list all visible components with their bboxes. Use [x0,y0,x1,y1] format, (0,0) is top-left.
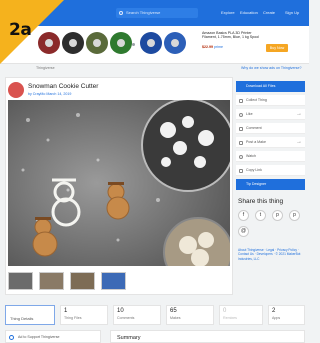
support-thingiverse-link[interactable]: Ad to Support Thingiverse [5,330,101,343]
summary-section: Summary [110,330,305,343]
avatar[interactable] [8,82,24,98]
filament-spool[interactable] [86,32,108,54]
stat-label: Makes [170,316,181,320]
copy-link-label: Copy Link [246,168,262,172]
buy-now-button[interactable]: Buy Now [266,44,288,52]
info-icon [9,335,14,340]
collect-label: Collect Thing [246,98,267,102]
summary-heading: Summary [117,335,141,341]
arrow-right-icon: → [296,111,302,117]
tip-designer-button[interactable]: Tip Designer [236,179,305,190]
comment-icon [239,126,243,131]
email-icon[interactable]: @ [238,226,249,237]
thumbnail[interactable] [8,272,33,290]
nav-education[interactable]: Education [240,10,258,15]
stat-count: 1 [64,308,68,314]
stat-label: Remixes [223,316,237,320]
pinterest-icon[interactable]: p [272,210,283,221]
post-a-make-button[interactable]: Post a Make → [236,137,305,148]
tab-label: Thing Details [10,316,34,321]
collect-thing-button[interactable]: Collect Thing [236,95,305,106]
stat-count: 0 [223,308,227,314]
thumbnail[interactable] [101,272,126,290]
stats-tabs: Thing Details 1 Thing Files 10 Comments … [5,305,305,325]
stat-count: 65 [170,308,177,314]
search-placeholder: Search Thingiverse [126,10,161,15]
thing-byline[interactable]: by CrayMo March 14, 2019 [28,92,71,96]
footer-links[interactable]: About Thingiverse · Legal · Privacy Poli… [238,248,304,261]
nav-create[interactable]: Create [263,10,275,15]
tab-thing-files[interactable]: 1 Thing Files [60,305,108,325]
arrow-right-icon: → [296,139,302,145]
tab-makes[interactable]: 65 Makes [166,305,214,325]
stat-count: 10 [117,308,124,314]
stat-label: Thing Files [64,316,82,320]
like-label: Like [246,112,253,116]
tab-remixes[interactable]: 0 Remixes [219,305,263,325]
eye-icon [239,154,243,159]
download-label: Download All Files [246,84,276,88]
link-icon [239,168,243,173]
link-share-icon[interactable]: p [289,210,300,221]
tip-label: Tip Designer [246,182,267,186]
collect-icon [239,98,243,103]
prime-label: prime [214,45,223,49]
badge-label: 2a [9,20,32,40]
ad-price: $22.99 prime [202,45,223,49]
breadcrumb[interactable]: Thingiverse [36,66,55,70]
ad-product-title[interactable]: Amazon Basics PLA 3D Printer Filament, 1… [202,31,264,40]
download-all-files-button[interactable]: Download All Files [236,81,305,92]
heart-icon [239,112,243,117]
like-button[interactable]: Like → [236,109,305,120]
search-input[interactable]: Search Thingiverse [116,8,198,18]
comment-label: Comment [246,126,262,130]
main-photo[interactable] [8,100,230,266]
post-make-label: Post a Make [246,140,266,144]
facebook-icon[interactable]: f [238,210,249,221]
stat-label: Apps [272,316,281,320]
stat-label: Comments [117,316,135,320]
nav-explore[interactable]: Explore [221,10,235,15]
search-icon [119,11,123,15]
watch-label: Watch [246,154,257,158]
page-title: Snowman Cookie Cutter [28,83,99,90]
why-ads-link[interactable]: Why do we show ads on Thingiverse? [241,66,301,70]
support-label: Ad to Support Thingiverse [18,335,60,339]
tab-thing-details[interactable]: Thing Details [5,305,55,325]
thumbnail[interactable] [70,272,95,290]
copy-link-button[interactable]: Copy Link [236,165,305,176]
filament-spool[interactable] [164,32,186,54]
filament-spool[interactable] [140,32,162,54]
share-heading: Share this thing [238,198,284,205]
cookie-photo-image [8,100,230,266]
comment-button[interactable]: Comment [236,123,305,134]
watch-button[interactable]: Watch [236,151,305,162]
twitter-icon[interactable]: t [255,210,266,221]
nav-sign-up[interactable]: Sign Up [285,10,299,15]
tab-apps[interactable]: 2 Apps [268,305,305,325]
carousel-dot[interactable] [132,43,135,46]
price-value: $22.99 [202,45,213,49]
filament-spool[interactable] [62,32,84,54]
stat-count: 2 [272,308,276,314]
make-icon [239,140,243,145]
filament-spool[interactable] [110,32,132,54]
thumbnail[interactable] [39,272,64,290]
tab-comments[interactable]: 10 Comments [113,305,161,325]
